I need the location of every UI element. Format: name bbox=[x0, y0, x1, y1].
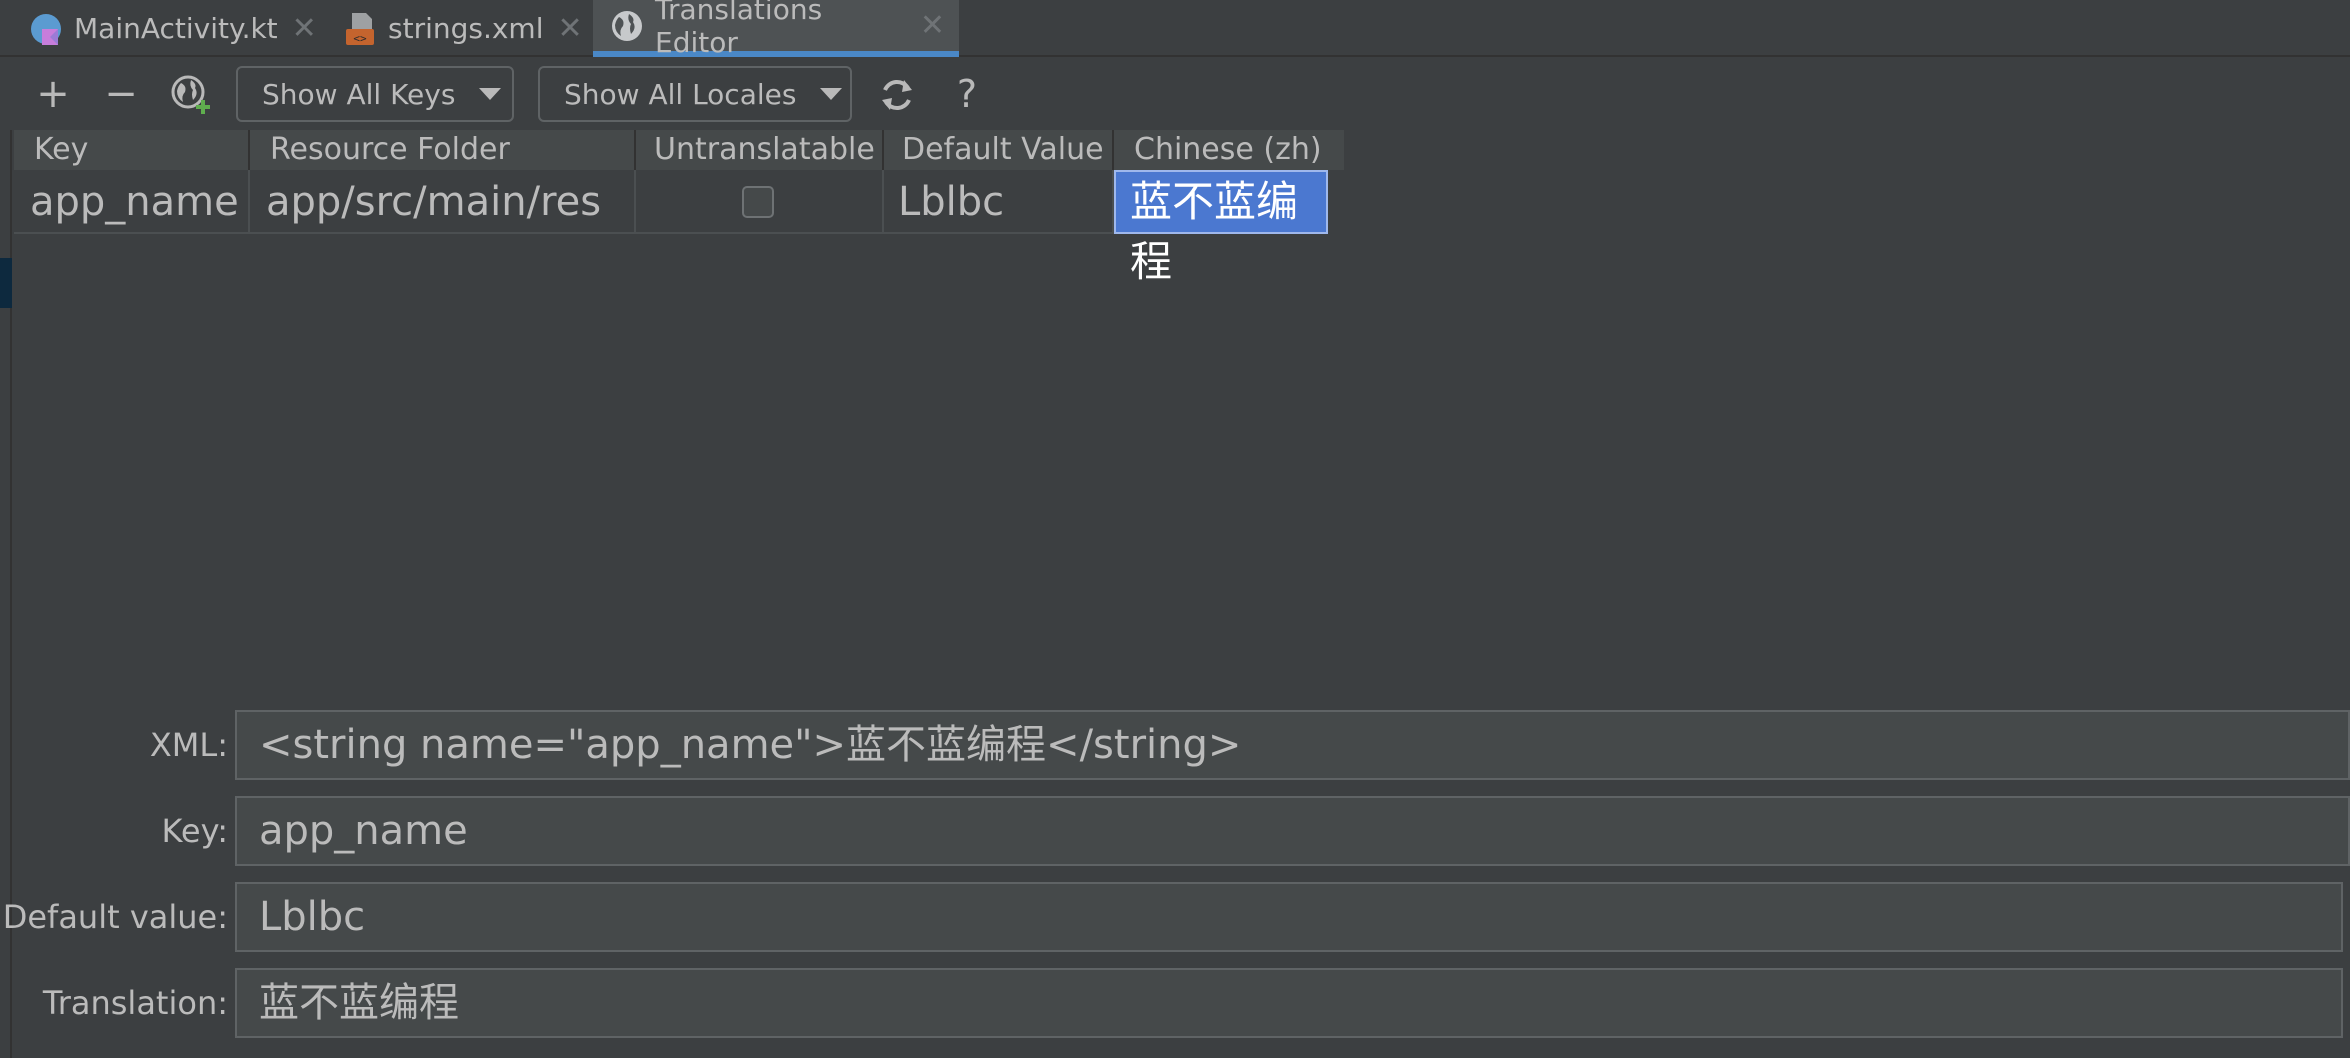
close-icon[interactable]: ✕ bbox=[920, 8, 945, 43]
key-label: Key: bbox=[161, 812, 228, 850]
svg-text:<>: <> bbox=[353, 32, 367, 45]
dropdown-label: Show All Locales bbox=[564, 77, 797, 111]
chevron-down-icon bbox=[479, 88, 502, 100]
tab-strings-xml[interactable]: <> strings.xml ✕ bbox=[342, 0, 583, 57]
dropdown-label: Show All Keys bbox=[262, 77, 456, 111]
tab-label: Translations Editor bbox=[655, 0, 823, 59]
xml-field[interactable]: <string name="app_name">蓝不蓝编程</string> bbox=[235, 710, 2350, 780]
refresh-icon bbox=[882, 80, 912, 110]
key-field[interactable]: app_name bbox=[235, 796, 2350, 866]
column-header-resource-folder[interactable]: Resource Folder bbox=[250, 130, 636, 170]
globe-icon bbox=[612, 10, 642, 41]
add-locale-button[interactable] bbox=[170, 74, 212, 116]
xml-file-icon: <> bbox=[346, 12, 374, 45]
translation-field[interactable]: 蓝不蓝编程 bbox=[235, 968, 2343, 1038]
kotlin-class-icon bbox=[31, 13, 61, 45]
tab-main-activity[interactable]: MainActivity.kt ✕ bbox=[28, 0, 317, 57]
tab-label: strings.xml bbox=[388, 12, 544, 45]
chevron-down-icon bbox=[820, 88, 843, 100]
close-icon[interactable]: ✕ bbox=[558, 11, 583, 46]
cell-default-value[interactable]: Lblbc bbox=[884, 170, 1114, 234]
column-header-chinese[interactable]: Chinese (zh) bbox=[1114, 130, 1344, 170]
xml-label: XML: bbox=[149, 726, 228, 764]
translation-label: Translation: bbox=[42, 984, 228, 1022]
untranslatable-checkbox[interactable] bbox=[742, 186, 774, 218]
cell-key[interactable]: app_name bbox=[14, 170, 250, 234]
cell-chinese-translation[interactable]: 蓝不蓝编程 bbox=[1114, 170, 1328, 286]
column-header-untranslatable[interactable]: Untranslatable bbox=[636, 130, 884, 170]
column-header-key[interactable]: Key bbox=[14, 130, 250, 170]
tab-translations-editor[interactable]: Translations Editor ✕ bbox=[593, 0, 959, 59]
default-value-field[interactable]: Lblbc bbox=[235, 882, 2343, 952]
globe-add-icon bbox=[171, 75, 210, 114]
gutter-selection-marker bbox=[0, 258, 12, 308]
cell-resource-folder[interactable]: app/src/main/res bbox=[250, 170, 636, 234]
remove-key-button[interactable]: − bbox=[96, 64, 146, 124]
locales-filter-dropdown[interactable]: Show All Locales bbox=[538, 66, 852, 122]
help-button[interactable]: ? bbox=[942, 64, 992, 124]
add-key-button[interactable]: + bbox=[28, 64, 78, 124]
default-value-label: Default value: bbox=[2, 898, 228, 936]
reload-button[interactable] bbox=[876, 74, 918, 116]
column-header-default-value[interactable]: Default Value bbox=[884, 130, 1114, 170]
tab-label: MainActivity.kt bbox=[74, 12, 278, 45]
close-icon[interactable]: ✕ bbox=[292, 11, 317, 46]
keys-filter-dropdown[interactable]: Show All Keys bbox=[236, 66, 514, 122]
